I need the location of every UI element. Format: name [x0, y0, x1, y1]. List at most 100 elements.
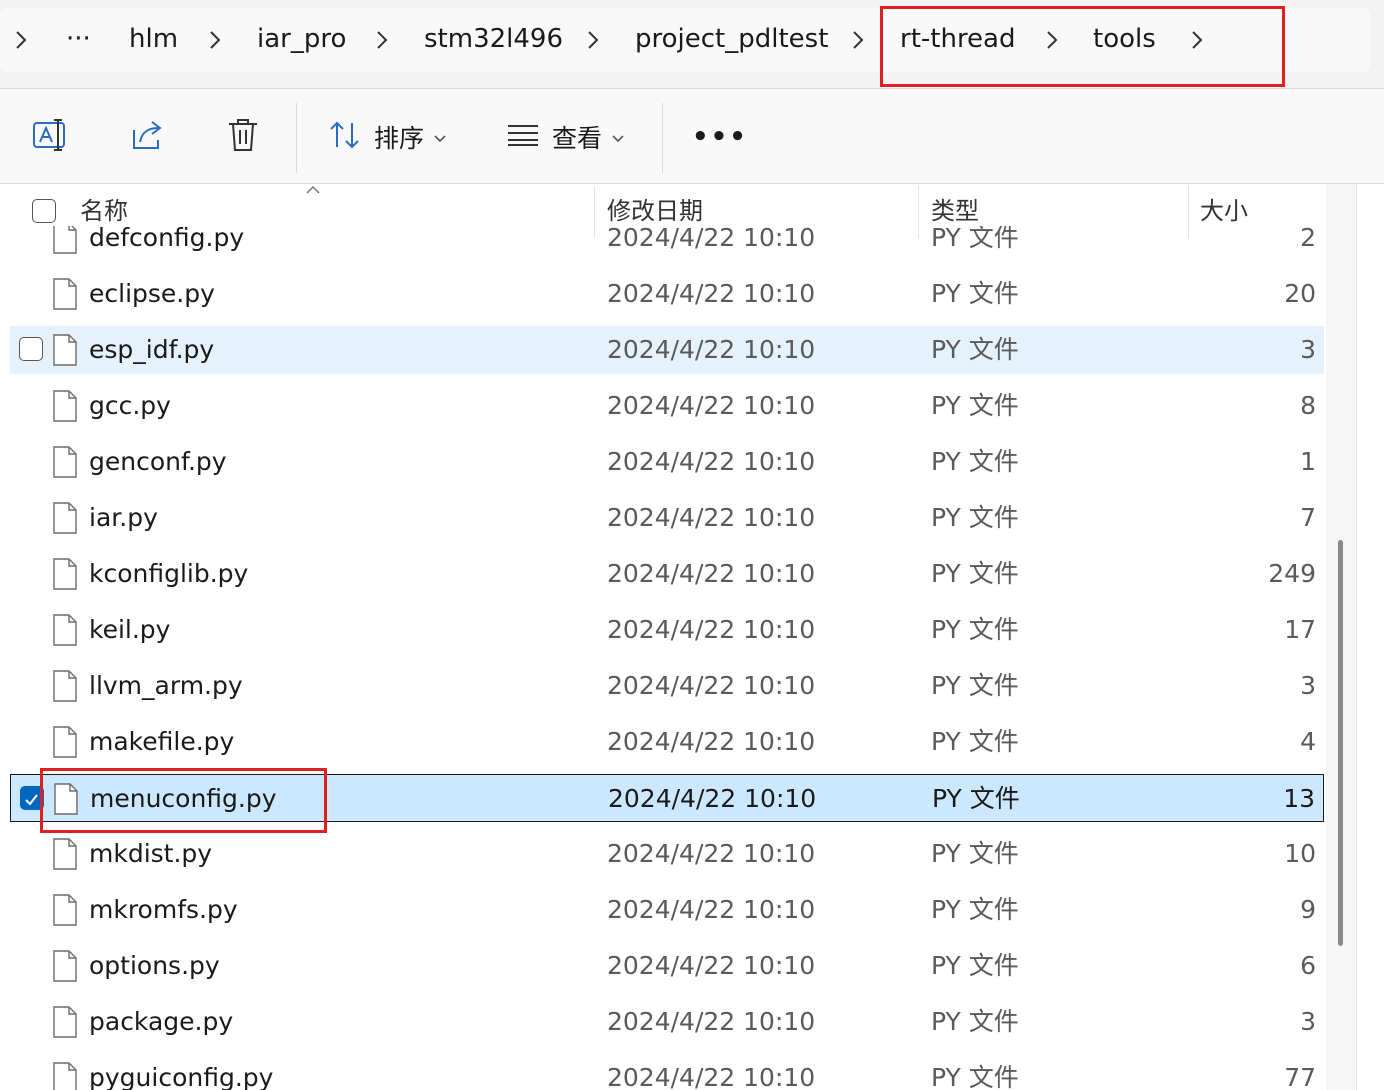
sort-label: 排序: [374, 124, 425, 153]
share-button[interactable]: [130, 109, 166, 165]
file-type: PY 文件: [931, 335, 1019, 364]
chevron-down-icon: [434, 128, 446, 147]
file-size: 2: [1300, 226, 1316, 252]
file-row[interactable]: llvm_arm.py 2024/4/22 10:10 PY 文件 3: [10, 662, 1324, 710]
file-icon: [52, 670, 78, 708]
row-checkbox[interactable]: [20, 786, 44, 810]
file-size: 13: [1283, 784, 1315, 813]
file-row[interactable]: kconfiglib.py 2024/4/22 10:10 PY 文件 249: [10, 550, 1324, 598]
file-name: kconfiglib.py: [89, 559, 249, 588]
file-type: PY 文件: [931, 503, 1019, 532]
file-name: keil.py: [89, 615, 171, 644]
column-name-header[interactable]: 名称: [80, 194, 128, 228]
file-date: 2024/4/22 10:10: [607, 839, 816, 868]
file-icon: [52, 390, 78, 428]
breadcrumb-item-project-pdltest[interactable]: project_pdltest: [635, 18, 828, 60]
command-bar: 排序 查看 •••: [0, 89, 1384, 184]
breadcrumb-item-hlm[interactable]: hlm: [129, 18, 178, 60]
file-row[interactable]: options.py 2024/4/22 10:10 PY 文件 6: [10, 942, 1324, 990]
rename-button[interactable]: [32, 109, 70, 165]
file-date: 2024/4/22 10:10: [607, 503, 816, 532]
chevron-right-icon[interactable]: [208, 20, 222, 50]
file-date: 2024/4/22 10:10: [607, 559, 816, 588]
file-date: 2024/4/22 10:10: [607, 447, 816, 476]
file-size: 249: [1268, 559, 1316, 588]
file-row[interactable]: package.py 2024/4/22 10:10 PY 文件 3: [10, 998, 1324, 1046]
breadcrumb-item-tools[interactable]: tools: [1093, 18, 1156, 60]
file-name: gcc.py: [89, 391, 171, 420]
breadcrumb-item-rt-thread[interactable]: rt-thread: [900, 18, 1016, 60]
chevron-right-icon[interactable]: [851, 20, 865, 50]
file-type: PY 文件: [931, 951, 1019, 980]
file-row[interactable]: mkdist.py 2024/4/22 10:10 PY 文件 10: [10, 830, 1324, 878]
column-type-header[interactable]: 类型: [931, 194, 979, 228]
file-size: 1: [1300, 447, 1316, 476]
view-button[interactable]: 查看: [506, 109, 624, 165]
row-checkbox[interactable]: [19, 337, 43, 361]
column-date-header[interactable]: 修改日期: [607, 194, 703, 228]
file-type: PY 文件: [931, 671, 1019, 700]
more-options-button[interactable]: •••: [692, 109, 748, 165]
file-date: 2024/4/22 10:10: [607, 279, 816, 308]
toolbar-separator: [662, 103, 663, 173]
sort-button[interactable]: 排序: [328, 109, 446, 165]
more-icon: •••: [692, 122, 748, 152]
file-type: PY 文件: [931, 226, 1019, 252]
select-all-checkbox[interactable]: [32, 199, 56, 223]
file-name: mkromfs.py: [89, 895, 238, 924]
file-row[interactable]: genconf.py 2024/4/22 10:10 PY 文件 1: [10, 438, 1324, 486]
file-icon: [52, 446, 78, 484]
file-size: 10: [1284, 839, 1316, 868]
file-size: 3: [1300, 671, 1316, 700]
file-name: defconfig.py: [89, 226, 245, 252]
file-name: eclipse.py: [89, 279, 215, 308]
file-icon: [52, 614, 78, 652]
file-row[interactable]: gcc.py 2024/4/22 10:10 PY 文件 8: [10, 382, 1324, 430]
column-size-header[interactable]: 大小: [1200, 194, 1248, 228]
delete-button[interactable]: [226, 109, 260, 165]
file-type: PY 文件: [931, 447, 1019, 476]
breadcrumb-item-iar-pro[interactable]: iar_pro: [257, 18, 346, 60]
address-bar: ··· hlm iar_pro stm32l496 project_pdltes…: [0, 0, 1384, 89]
file-list: defconfig.py 2024/4/22 10:10 PY 文件 2 eclipse…: [0, 226, 1326, 1090]
file-name: pyguiconfig.py: [89, 1063, 274, 1090]
file-row[interactable]: keil.py 2024/4/22 10:10 PY 文件 17: [10, 606, 1324, 654]
file-size: 7: [1300, 503, 1316, 532]
trash-icon: [226, 117, 260, 157]
file-size: 8: [1300, 391, 1316, 420]
view-label: 查看: [552, 124, 603, 153]
file-name: genconf.py: [89, 447, 227, 476]
file-row[interactable]: iar.py 2024/4/22 10:10 PY 文件 7: [10, 494, 1324, 542]
file-name: llvm_arm.py: [89, 671, 243, 700]
file-date: 2024/4/22 10:10: [608, 784, 817, 813]
file-date: 2024/4/22 10:10: [607, 671, 816, 700]
file-row[interactable]: mkromfs.py 2024/4/22 10:10 PY 文件 9: [10, 886, 1324, 934]
file-row[interactable]: menuconfig.py 2024/4/22 10:10 PY 文件 13: [10, 774, 1324, 822]
file-row[interactable]: makefile.py 2024/4/22 10:10 PY 文件 4: [10, 718, 1324, 766]
file-row[interactable]: pyguiconfig.py 2024/4/22 10:10 PY 文件 77: [10, 1054, 1324, 1090]
file-type: PY 文件: [931, 1063, 1019, 1090]
file-row[interactable]: esp_idf.py 2024/4/22 10:10 PY 文件 3: [10, 326, 1324, 374]
scrollbar-thumb[interactable]: [1338, 540, 1343, 946]
file-icon: [53, 783, 79, 821]
chevron-right-icon[interactable]: [586, 20, 600, 50]
breadcrumb-item-stm32l496[interactable]: stm32l496: [424, 18, 563, 60]
file-row[interactable]: defconfig.py 2024/4/22 10:10 PY 文件 2: [10, 226, 1324, 262]
chevron-right-icon[interactable]: [375, 20, 389, 50]
breadcrumb-more-button[interactable]: ···: [66, 18, 91, 60]
file-icon: [52, 334, 78, 372]
file-name: iar.py: [89, 503, 158, 532]
toolbar-separator: [296, 103, 297, 173]
file-name: menuconfig.py: [90, 784, 277, 813]
rename-icon: [32, 118, 70, 156]
file-date: 2024/4/22 10:10: [607, 615, 816, 644]
file-icon: [52, 838, 78, 876]
file-date: 2024/4/22 10:10: [607, 391, 816, 420]
chevron-right-icon[interactable]: [14, 20, 28, 50]
chevron-right-icon[interactable]: [1190, 20, 1204, 50]
file-size: 3: [1300, 335, 1316, 364]
file-type: PY 文件: [931, 727, 1019, 756]
file-row[interactable]: eclipse.py 2024/4/22 10:10 PY 文件 20: [10, 270, 1324, 318]
chevron-right-icon[interactable]: [1045, 20, 1059, 50]
file-name: options.py: [89, 951, 220, 980]
